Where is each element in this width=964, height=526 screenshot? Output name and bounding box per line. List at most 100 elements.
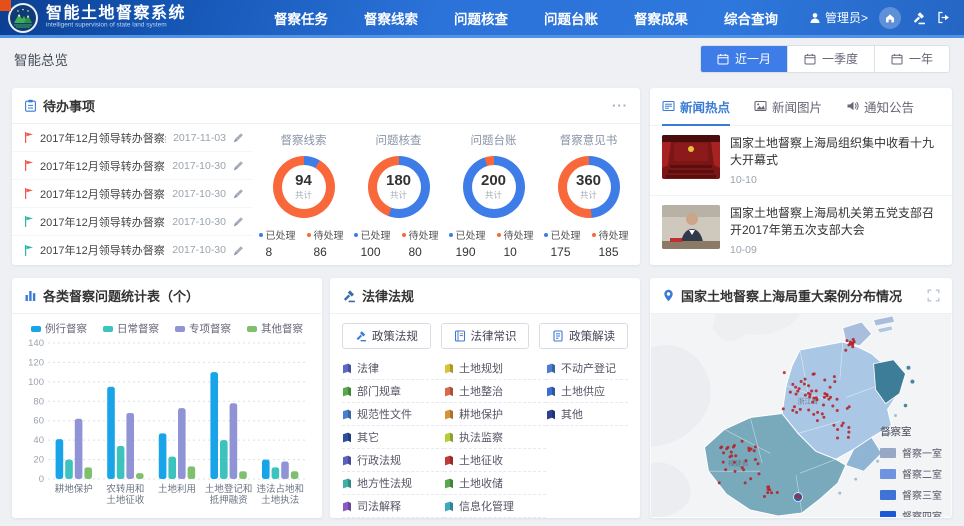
donut-legend-item: 已处理 <box>354 227 396 242</box>
todo-item[interactable]: 2017年12月领导转办督察线索2017-11-03 <box>12 124 252 152</box>
laws-button-1[interactable]: 法律常识 <box>441 323 530 349</box>
page-title: 智能总览 <box>14 49 68 69</box>
todo-item[interactable]: 2017年12月领导转办督察线索2017-10-30 <box>12 236 252 264</box>
todo-item[interactable]: 2017年12月领导转办督察线索2017-10-30 <box>12 180 252 208</box>
map-card-header: 国家土地督察上海局重大案例分布情况 <box>650 278 952 314</box>
law-link[interactable]: 规范性文件 <box>342 403 444 426</box>
law-link[interactable]: 地方性法规 <box>342 472 444 495</box>
bar-chart-icon <box>24 289 37 302</box>
legend-swatch <box>175 326 185 332</box>
todo-item[interactable]: 2017年12月领导转办督察线索2017-10-30 <box>12 208 252 236</box>
todo-item-text: 2017年12月领导转办督察线索 <box>40 186 165 202</box>
law-link[interactable]: 法律 <box>342 357 444 380</box>
bar-日常督察-0 <box>65 460 73 479</box>
law-link[interactable]: 其他 <box>546 403 628 426</box>
law-link-label: 规范性文件 <box>357 406 412 422</box>
law-link[interactable]: 土地规划 <box>444 357 546 380</box>
legend-dot <box>259 233 263 237</box>
edit-button[interactable] <box>233 245 244 256</box>
edit-button[interactable] <box>233 160 244 171</box>
nav-item-4[interactable]: 督察成果 <box>634 8 688 28</box>
time-filter-0[interactable]: 近一月 <box>701 46 787 72</box>
donut-group-0: 督察线索94共计已处理待处理886 <box>256 124 351 265</box>
nav-item-5[interactable]: 综合查询 <box>724 8 778 28</box>
home-icon <box>884 12 896 24</box>
chart-legend-item-1[interactable]: 日常督察 <box>103 321 159 336</box>
book-icon-wrap <box>342 432 352 443</box>
news-item-title: 国家土地督察上海局组织集中收看十九大开幕式 <box>730 135 940 170</box>
law-link[interactable]: 土地收储 <box>444 472 546 495</box>
book-icon <box>444 501 454 512</box>
picture-icon <box>754 100 767 112</box>
law-link[interactable]: 行政法规 <box>342 449 444 472</box>
law-link[interactable]: 不动产登记 <box>546 357 628 380</box>
news-item[interactable]: 国家土地督察上海局组织集中收看十九大开幕式10-10 <box>650 126 952 195</box>
map-expand-button[interactable] <box>927 289 940 302</box>
app-logo-icon <box>8 3 38 33</box>
flag-wrap <box>24 216 34 227</box>
clipboard-icon <box>24 99 37 112</box>
user-menu[interactable]: 管理员> <box>809 9 868 26</box>
law-link[interactable]: 部门规章 <box>342 380 444 403</box>
svg-text:农转用和: 农转用和 <box>106 483 144 495</box>
edit-button[interactable] <box>233 188 244 199</box>
nav-item-2[interactable]: 问题核查 <box>454 8 508 28</box>
todo-item-date: 2017-10-30 <box>172 244 226 256</box>
law-link[interactable]: 司法解释 <box>342 495 444 518</box>
legend-label: 督察三室 <box>902 487 942 502</box>
chart-legend: 例行督察 日常督察 专项督察 其他督察 <box>12 314 322 337</box>
laws-button-2[interactable]: 政策解读 <box>539 323 628 349</box>
news-tabs: 新闻热点新闻图片通知公告 <box>650 88 952 126</box>
map-card-title: 国家土地督察上海局重大案例分布情况 <box>681 286 902 305</box>
book-icon <box>342 363 352 374</box>
law-link-label: 行政法规 <box>357 452 401 468</box>
chart-legend-item-2[interactable]: 专项督察 <box>175 321 231 336</box>
donut-legend-item: 已处理 <box>544 227 586 242</box>
logout-button[interactable] <box>937 11 950 24</box>
tab-news-hot[interactable]: 新闻热点 <box>662 88 730 126</box>
tab-news-pics[interactable]: 新闻图片 <box>754 88 822 126</box>
law-link[interactable]: 土地整治 <box>444 380 546 403</box>
book-icon-wrap <box>444 455 454 466</box>
gavel-button[interactable] <box>912 11 926 25</box>
law-link[interactable]: 其它 <box>342 426 444 449</box>
time-filter-2[interactable]: 一年 <box>874 46 949 72</box>
donut-center: 360共计 <box>567 165 611 209</box>
bar-专项督察-2 <box>178 408 186 479</box>
panel-menu-button[interactable]: ··· <box>612 98 628 113</box>
nav-item-1[interactable]: 督察线索 <box>364 8 418 28</box>
book-icon-wrap <box>342 363 352 374</box>
case-map-card: 国家土地督察上海局重大案例分布情况 <box>650 278 952 518</box>
donut-legend-item: 待处理 <box>592 227 634 242</box>
law-link[interactable]: 土地供应 <box>546 380 628 403</box>
todo-item[interactable]: 2017年12月领导转办督察线索2017-10-30 <box>12 152 252 180</box>
map-legend-item-3[interactable]: 督察四室 <box>880 508 942 517</box>
news-item[interactable]: 国家土地督察上海局机关第五党支部召开2017年第五次支部大会10-09 <box>650 195 952 265</box>
book-icon-wrap <box>546 363 556 374</box>
law-link-label: 信息化管理 <box>459 498 514 514</box>
law-link[interactable]: 执法监察 <box>444 426 546 449</box>
book-icon-wrap <box>342 478 352 489</box>
nav-item-0[interactable]: 督察任务 <box>274 8 328 28</box>
chart-legend-item-3[interactable]: 其他督察 <box>247 321 303 336</box>
law-link[interactable]: 信息化管理 <box>444 495 546 518</box>
law-link[interactable]: 土地征收 <box>444 449 546 472</box>
tab-notices[interactable]: 通知公告 <box>846 88 914 126</box>
map-legend-item-2[interactable]: 督察三室 <box>880 487 942 502</box>
edit-button[interactable] <box>233 132 244 143</box>
svg-text:土地征收: 土地征收 <box>106 494 145 506</box>
map-legend-item-0[interactable]: 督察一室 <box>880 445 942 460</box>
law-link[interactable]: 耕地保护 <box>444 403 546 426</box>
time-filter-1[interactable]: 一季度 <box>787 46 874 72</box>
nav-item-3[interactable]: 问题台账 <box>544 8 598 28</box>
donut-total-label: 共计 <box>580 189 597 201</box>
bar-其他督察-0 <box>84 467 92 479</box>
edit-button[interactable] <box>233 216 244 227</box>
home-button[interactable] <box>879 7 901 29</box>
svg-text:抵押融资: 抵押融资 <box>210 494 249 506</box>
chart-legend-item-0[interactable]: 例行督察 <box>31 321 87 336</box>
todo-item-date: 2017-10-30 <box>172 160 226 172</box>
laws-button-0[interactable]: 政策法规 <box>342 323 431 349</box>
map-legend-item-1[interactable]: 督察二室 <box>880 466 942 481</box>
todo-list: 2017年12月领导转办督察线索2017-11-032017年12月领导转办督察… <box>12 124 252 265</box>
